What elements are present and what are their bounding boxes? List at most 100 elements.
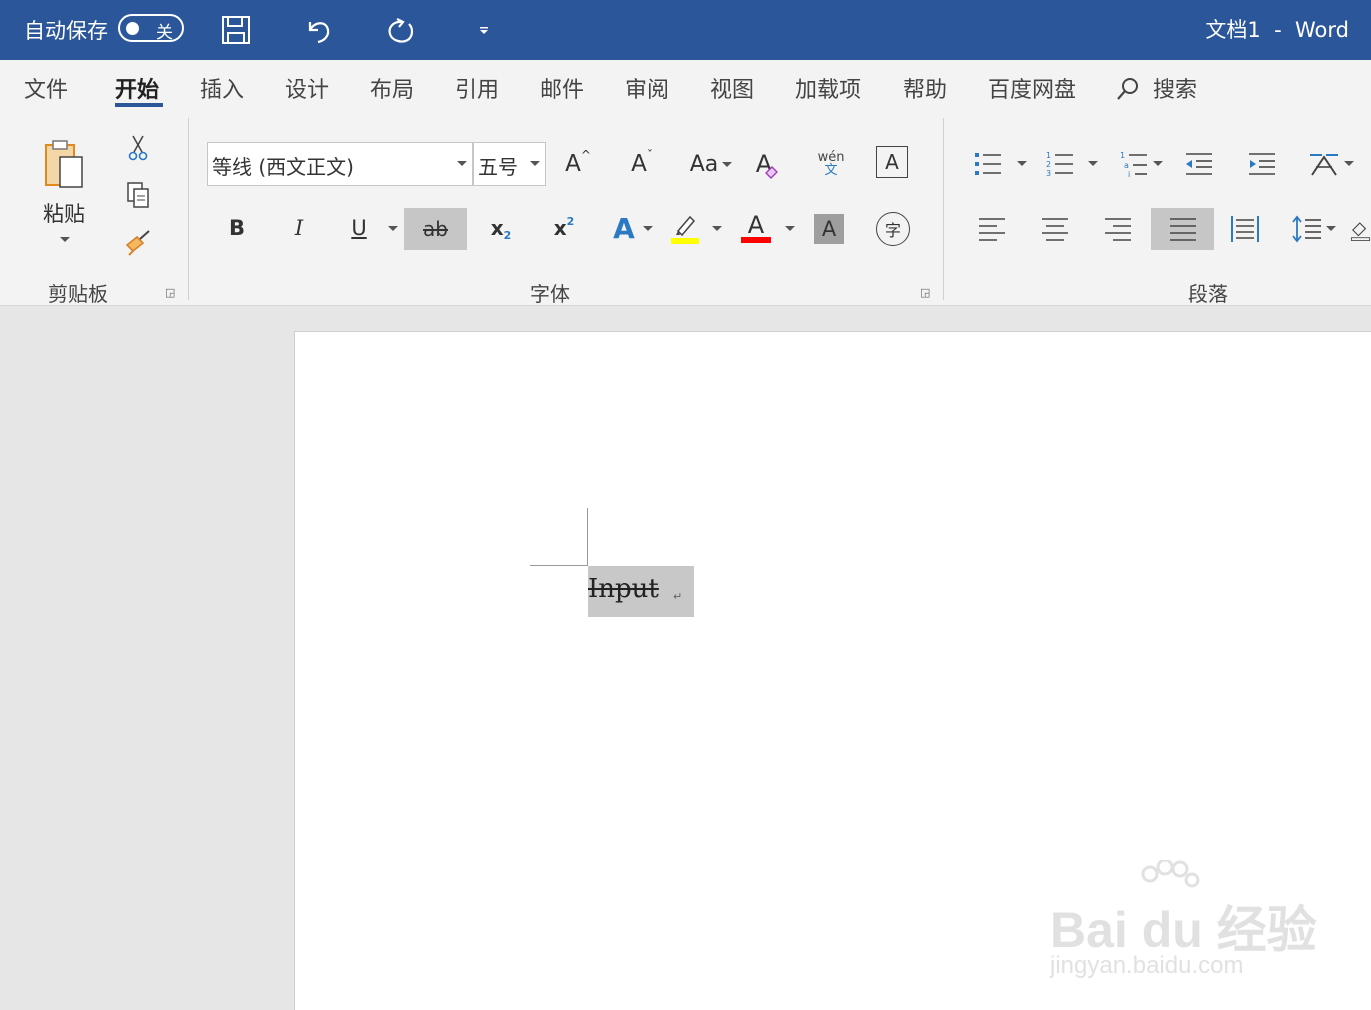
font-size-dropdown-icon[interactable] <box>530 161 540 166</box>
tab-view[interactable]: 视图 <box>710 72 754 104</box>
tab-addins[interactable]: 加载项 <box>795 72 861 104</box>
document-text[interactable]: Input <box>588 574 659 604</box>
distributed-button[interactable] <box>1226 208 1264 250</box>
tab-layout[interactable]: 布局 <box>370 72 414 104</box>
text-effects-dropdown-icon[interactable] <box>643 226 653 231</box>
increase-indent-button[interactable] <box>1243 144 1281 184</box>
svg-text:1: 1 <box>1120 151 1125 160</box>
copy-icon <box>127 182 149 208</box>
search-label[interactable]: 搜索 <box>1153 72 1197 104</box>
tab-review[interactable]: 审阅 <box>625 72 669 104</box>
font-launcher-icon[interactable]: ◲ <box>920 286 930 299</box>
align-right-button[interactable] <box>1098 208 1138 250</box>
align-left-icon <box>979 218 1005 241</box>
subscript-button[interactable]: x2 <box>482 208 520 248</box>
align-center-icon <box>1042 218 1068 241</box>
character-border-letter: A <box>885 150 899 174</box>
shading-button[interactable] <box>1350 210 1371 250</box>
paste-button[interactable] <box>26 128 102 202</box>
align-left-button[interactable] <box>972 208 1012 250</box>
font-name-dropdown-icon[interactable] <box>457 161 467 166</box>
tab-home[interactable]: 开始 <box>115 72 159 104</box>
text-effects-button[interactable]: A <box>605 208 643 248</box>
selected-text-highlight[interactable]: Input ↵ <box>588 566 694 617</box>
tab-baidu-netdisk[interactable]: 百度网盘 <box>988 72 1076 104</box>
font-color-dropdown-icon[interactable] <box>785 226 795 231</box>
shrink-font-letter: A <box>631 151 647 177</box>
save-button[interactable] <box>218 12 254 48</box>
caret-down-icon: ˇ <box>646 148 653 162</box>
search-icon[interactable] <box>1114 74 1142 104</box>
multilevel-list-dropdown-icon[interactable] <box>1153 161 1163 166</box>
customize-qat-button[interactable] <box>466 12 502 48</box>
character-border-button[interactable]: A <box>876 146 908 178</box>
clear-formatting-button[interactable]: A <box>748 144 788 184</box>
clipboard-launcher-icon[interactable]: ◲ <box>165 286 175 299</box>
change-case-button[interactable]: Aa <box>684 144 724 184</box>
character-shading-letter: A <box>821 217 837 241</box>
font-color-button[interactable]: A <box>739 208 773 248</box>
italic-button[interactable]: I <box>280 208 318 248</box>
superscript-button[interactable]: x2 <box>545 208 583 248</box>
grow-font-button[interactable]: A ^ <box>556 144 600 184</box>
bullets-dropdown-icon[interactable] <box>1017 161 1027 166</box>
strikethrough-button[interactable]: ab <box>404 208 467 250</box>
ribbon-tabs: 文件 开始 插入 设计 布局 引用 邮件 审阅 视图 加载项 帮助 百度网盘 搜… <box>0 60 1371 116</box>
shrink-font-button[interactable]: Aˇ <box>620 144 664 184</box>
distributed-icon <box>1231 216 1259 242</box>
svg-text:2: 2 <box>1046 160 1051 169</box>
font-size-field[interactable]: 五号 <box>473 142 546 186</box>
decrease-indent-icon <box>1186 153 1212 175</box>
undo-button[interactable] <box>300 12 336 48</box>
decrease-indent-button[interactable] <box>1180 144 1218 184</box>
phonetic-guide-button[interactable]: wén 文 <box>808 142 854 186</box>
numbering-dropdown-icon[interactable] <box>1088 161 1098 166</box>
font-color-letter: A <box>747 211 765 239</box>
svg-text:3: 3 <box>1046 169 1051 178</box>
change-case-dropdown-icon[interactable] <box>722 162 732 167</box>
format-painter-button[interactable] <box>120 224 156 260</box>
undo-icon <box>308 22 330 44</box>
justify-button[interactable] <box>1151 208 1214 250</box>
active-tab-indicator <box>115 103 163 107</box>
font-group-label: 字体 <box>530 282 570 306</box>
line-spacing-button[interactable] <box>1289 208 1325 250</box>
align-center-button[interactable] <box>1035 208 1075 250</box>
enclose-characters-button[interactable]: 字 <box>876 212 910 246</box>
multilevel-list-icon: 1ai <box>1120 151 1147 179</box>
chinese-layout-button[interactable] <box>1306 144 1342 184</box>
copy-button[interactable] <box>120 177 156 213</box>
numbering-button[interactable]: 123 <box>1042 144 1078 184</box>
highlight-button[interactable] <box>668 210 702 246</box>
tab-design[interactable]: 设计 <box>285 72 329 104</box>
underline-button[interactable]: U <box>340 208 378 248</box>
text-effects-letter: A <box>613 211 635 245</box>
autosave-toggle[interactable]: 关 <box>118 14 184 43</box>
character-shading-button[interactable]: A <box>814 214 844 244</box>
tab-mailings[interactable]: 邮件 <box>540 72 584 104</box>
line-spacing-dropdown-icon[interactable] <box>1326 226 1336 231</box>
paste-dropdown-arrow[interactable] <box>60 237 70 242</box>
paintbrush-icon <box>125 230 150 256</box>
bullets-button[interactable] <box>970 144 1006 184</box>
cut-button[interactable] <box>120 130 156 166</box>
font-name-field[interactable]: 等线 (西文正文) <box>207 142 473 186</box>
redo-button[interactable] <box>383 12 419 48</box>
tab-help[interactable]: 帮助 <box>903 72 947 104</box>
paragraph-mark: ↵ <box>673 590 683 603</box>
tab-insert[interactable]: 插入 <box>200 72 244 104</box>
scissors-icon <box>128 135 148 161</box>
title-bar: 自动保存 关 文档1 - Word <box>0 0 1371 60</box>
grow-font-letter: A <box>565 151 581 177</box>
chinese-layout-dropdown-icon[interactable] <box>1344 161 1354 166</box>
tab-references[interactable]: 引用 <box>455 72 499 104</box>
multilevel-list-button[interactable]: 1ai <box>1116 144 1152 184</box>
highlight-dropdown-icon[interactable] <box>712 226 722 231</box>
underline-letter: U <box>351 216 367 240</box>
superscript-mark: 2 <box>566 214 575 228</box>
paste-label[interactable]: 粘贴 <box>26 198 102 228</box>
tab-file[interactable]: 文件 <box>24 72 68 104</box>
underline-dropdown-icon[interactable] <box>388 226 398 231</box>
bold-button[interactable]: B <box>218 208 256 248</box>
svg-text:i: i <box>1128 170 1130 179</box>
